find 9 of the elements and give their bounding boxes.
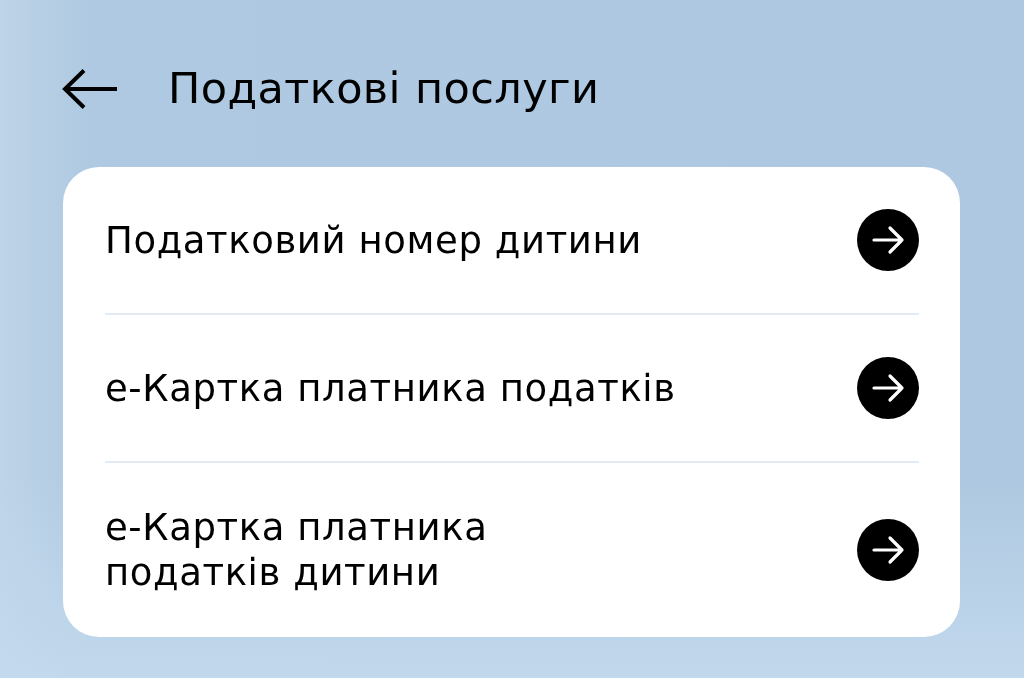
service-row[interactable]: е-Картка платника податків xyxy=(105,315,919,461)
arrow-right-circle-icon xyxy=(857,357,919,419)
page-title: Податкові послуги xyxy=(168,63,600,115)
arrow-right-circle-icon xyxy=(857,209,919,271)
service-row[interactable]: Податковий номер дитини xyxy=(105,167,919,313)
back-button[interactable] xyxy=(62,68,118,110)
arrow-right-circle-icon xyxy=(857,519,919,581)
back-arrow-icon xyxy=(62,68,118,110)
service-row[interactable]: е-Картка платника податків дитини xyxy=(105,463,919,637)
